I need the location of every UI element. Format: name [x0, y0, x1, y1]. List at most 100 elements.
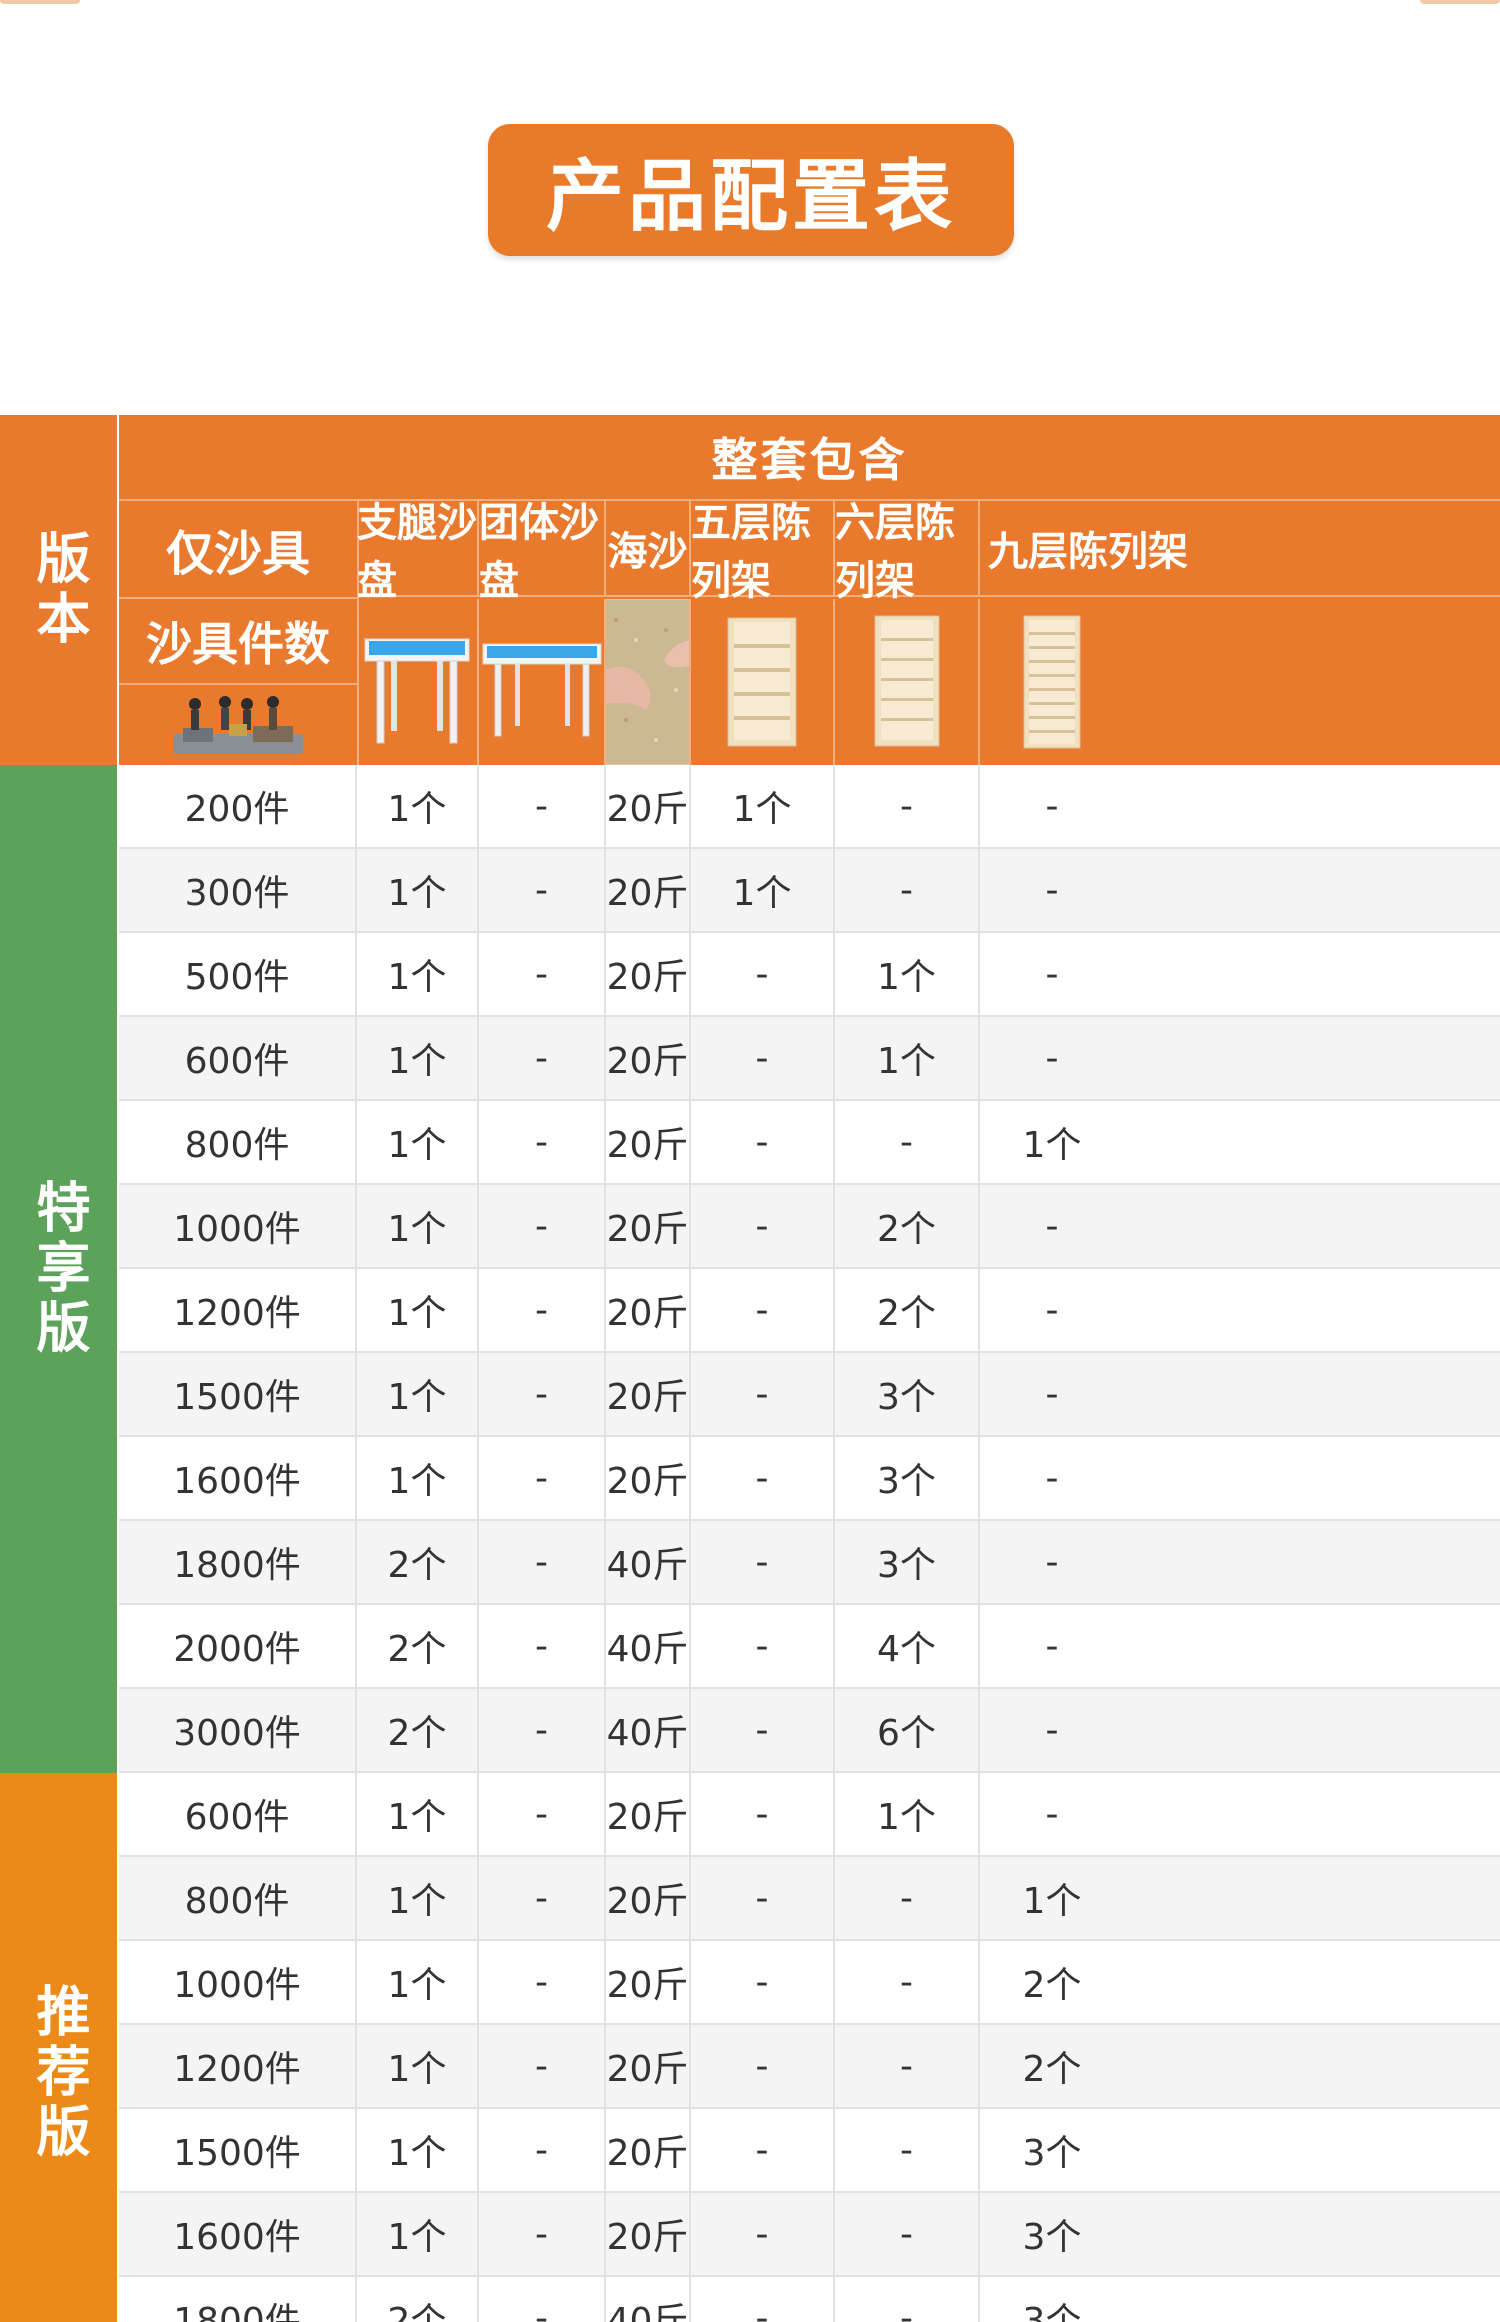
- table-row: 1800件 2个 -40斤 - -3个: [119, 2277, 1500, 2322]
- table-cell: -: [479, 1605, 606, 1687]
- header-all-included: 整套包含: [119, 415, 1500, 501]
- table-cell: -: [479, 1437, 606, 1519]
- table-cell: 1个: [691, 849, 835, 931]
- table-cell: -: [1045, 785, 1059, 827]
- table-cell: -: [691, 1185, 835, 1267]
- table-cell: 20斤: [606, 1857, 691, 1939]
- table-row: 600件 1个 -20斤 -1个 -: [119, 1017, 1500, 1101]
- table-row: 1600件 1个 -20斤 -3个 -: [119, 1437, 1500, 1521]
- table-cell: -: [835, 1941, 980, 2023]
- cell-item-count: 600件: [119, 1017, 357, 1099]
- table-cell: -: [691, 1605, 835, 1687]
- table-cell: -: [479, 933, 606, 1015]
- table-cell: -: [479, 1521, 606, 1603]
- table-cell: -: [1045, 869, 1059, 911]
- five-tier-shelf-icon: [691, 599, 835, 765]
- table-row: 1500件 1个 -20斤 - -3个: [119, 2109, 1500, 2193]
- table-cell: -: [835, 1857, 980, 1939]
- table-cell: 1个: [357, 1857, 479, 1939]
- table-cell: -: [1045, 1037, 1059, 1079]
- table-cell: -: [479, 1773, 606, 1855]
- table-cell: 20斤: [606, 2109, 691, 2191]
- table-cell: -: [691, 2025, 835, 2107]
- table-cell: 20斤: [606, 1353, 691, 1435]
- cell-item-count: 1200件: [119, 2025, 357, 2107]
- cell-item-count: 1600件: [119, 2193, 357, 2275]
- table-cell: 2个: [1022, 2049, 1082, 2090]
- table-cell: 1个: [357, 1017, 479, 1099]
- table-cell: 2个: [835, 1269, 980, 1351]
- group-label-tuijian: 推荐版: [0, 1773, 117, 2322]
- table-row: 600件 1个 -20斤 -1个 -: [119, 1773, 1500, 1857]
- table-cell: -: [691, 933, 835, 1015]
- table-cell: 1个: [357, 1353, 479, 1435]
- config-table: 版本 特享版 推荐版 整套包含 仅沙具 沙具件数 支腿沙盘 团体沙盘 海沙 五层…: [0, 415, 1500, 2322]
- sandbox-table-legs-icon: [357, 599, 479, 765]
- table-cell: 40斤: [606, 1521, 691, 1603]
- table-cell: 1个: [357, 1773, 479, 1855]
- table-cell: 1个: [357, 1269, 479, 1351]
- table-cell: -: [479, 1185, 606, 1267]
- cell-item-count: 300件: [119, 849, 357, 931]
- cell-item-count: 1000件: [119, 1185, 357, 1267]
- table-cell: -: [479, 849, 606, 931]
- table-cell: 3个: [835, 1437, 980, 1519]
- table-cell: 1个: [835, 933, 980, 1015]
- table-cell: 1个: [1022, 1881, 1082, 1922]
- table-cell: 2个: [1022, 1965, 1082, 2006]
- table-cell: -: [691, 1269, 835, 1351]
- sea-sand-photo: [606, 599, 691, 765]
- table-cell: 3个: [1022, 2217, 1082, 2258]
- table-cell: 20斤: [606, 1101, 691, 1183]
- cell-item-count: 3000件: [119, 1689, 357, 1771]
- table-cell: -: [691, 1773, 835, 1855]
- table-cell: -: [479, 765, 606, 847]
- table-row: 1000件 1个 -20斤 -2个 -: [119, 1185, 1500, 1269]
- table-cell: 1个: [1022, 1125, 1082, 1166]
- table-cell: 20斤: [606, 2193, 691, 2275]
- table-cell: 40斤: [606, 1689, 691, 1771]
- table-cell: 3个: [835, 1521, 980, 1603]
- table-cell: -: [1045, 953, 1059, 995]
- col-header-five-tier-shelf: 五层陈列架: [691, 500, 835, 604]
- table-cell: 6个: [835, 1689, 980, 1771]
- col-header-group-sandbox: 团体沙盘: [479, 500, 606, 604]
- cell-item-count: 1500件: [119, 1353, 357, 1435]
- col-header-six-tier-shelf: 六层陈列架: [835, 500, 980, 604]
- table-cell: -: [479, 1941, 606, 2023]
- cell-item-count: 800件: [119, 1101, 357, 1183]
- table-row: 2000件 2个 -40斤 -4个 -: [119, 1605, 1500, 1689]
- table-cell: 40斤: [606, 1605, 691, 1687]
- table-cell: 40斤: [606, 2277, 691, 2322]
- table-cell: 3个: [1022, 2301, 1082, 2322]
- table-cell: -: [691, 2193, 835, 2275]
- table-cell: -: [479, 2109, 606, 2191]
- cell-item-count: 200件: [119, 765, 357, 847]
- table-cell: 1个: [691, 765, 835, 847]
- table-cell: -: [691, 1941, 835, 2023]
- table-cell: -: [691, 1101, 835, 1183]
- table-cell: 20斤: [606, 2025, 691, 2107]
- table-cell: -: [691, 1689, 835, 1771]
- table-cell: -: [479, 2193, 606, 2275]
- table-cell: -: [691, 1857, 835, 1939]
- table-cell: -: [1045, 1289, 1059, 1331]
- table-row: 1000件 1个 -20斤 - -2个: [119, 1941, 1500, 2025]
- table-header: 整套包含 仅沙具 沙具件数 支腿沙盘 团体沙盘 海沙 五层陈列架 六层陈列架 九…: [119, 415, 1500, 765]
- table-cell: 20斤: [606, 1773, 691, 1855]
- table-cell: -: [479, 1353, 606, 1435]
- table-cell: 20斤: [606, 765, 691, 847]
- col-header-sea-sand: 海沙: [606, 501, 691, 597]
- table-cell: -: [691, 1437, 835, 1519]
- table-cell: 2个: [357, 1689, 479, 1771]
- cell-item-count: 500件: [119, 933, 357, 1015]
- table-cell: 20斤: [606, 933, 691, 1015]
- table-row: 3000件 2个 -40斤 -6个 -: [119, 1689, 1500, 1773]
- table-cell: -: [691, 1521, 835, 1603]
- cell-item-count: 1800件: [119, 1521, 357, 1603]
- table-cell: -: [835, 2193, 980, 2275]
- top-right-decoration: [1420, 0, 1500, 4]
- col-header-leg-sandbox: 支腿沙盘: [357, 500, 479, 604]
- table-cell: 1个: [357, 1101, 479, 1183]
- cell-item-count: 1500件: [119, 2109, 357, 2191]
